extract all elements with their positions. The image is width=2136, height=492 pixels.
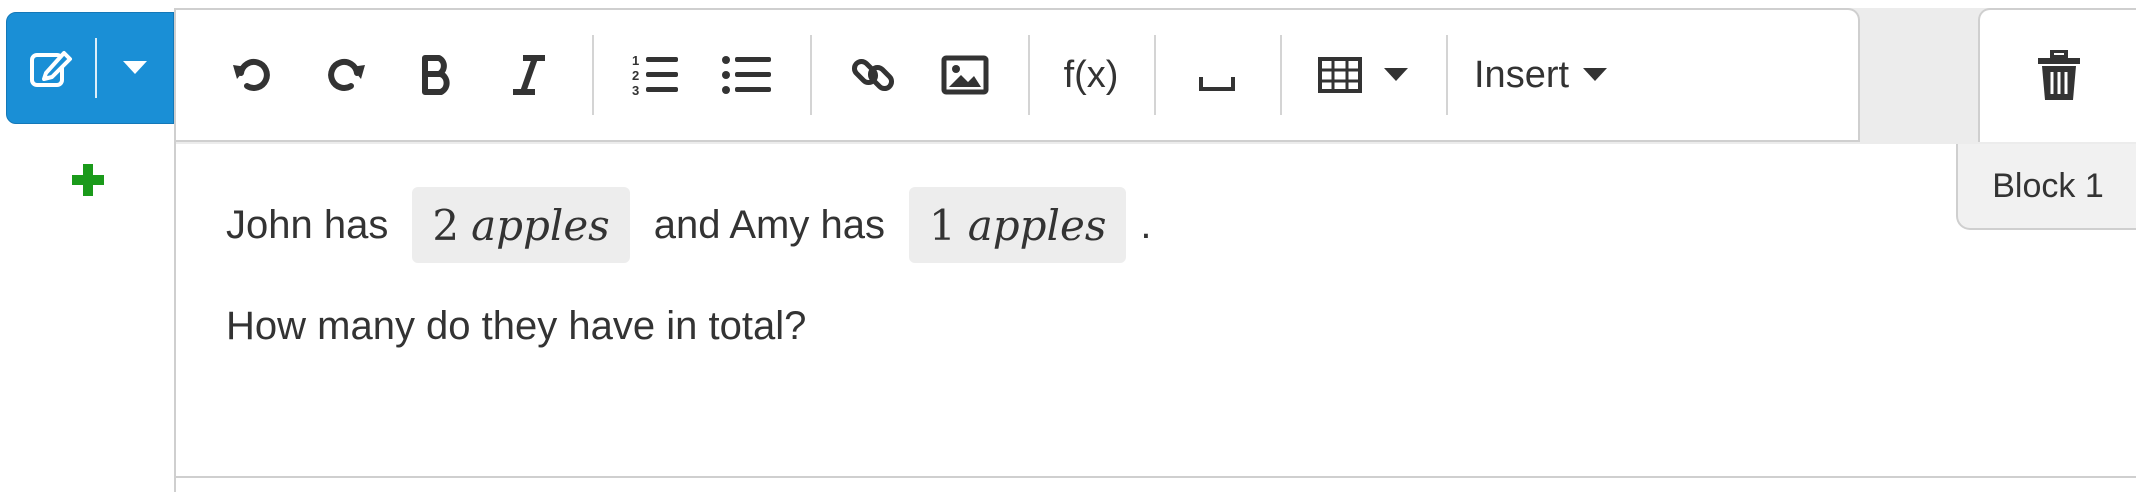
caret-down-icon (1384, 68, 1408, 81)
toolbar-separator (1446, 35, 1448, 115)
editor-bottom-border (176, 476, 2136, 478)
undo-button[interactable] (218, 40, 288, 110)
plus-icon (72, 164, 104, 196)
editor-content[interactable]: John has 2 apples and Amy has 1 apples .… (226, 184, 1826, 356)
redo-icon (328, 59, 365, 91)
italic-icon (513, 55, 545, 95)
pencil-square-icon (7, 45, 95, 91)
table-button[interactable] (1308, 40, 1418, 110)
edit-mode-button[interactable] (6, 12, 174, 124)
content-line: How many do they have in total? (226, 296, 1826, 356)
rich-text-editor: 1 2 3 f(x) Insert Block 1 John has 2 app… (174, 8, 2136, 492)
toolbar-separator (1154, 35, 1156, 115)
unordered-list-button[interactable] (712, 40, 782, 110)
formula-label: f(x) (1063, 53, 1119, 96)
text-span: . (1140, 202, 1152, 247)
blank-space-button[interactable] (1182, 40, 1252, 110)
toolbar-separator (592, 35, 594, 115)
caret-down-icon (1583, 68, 1608, 81)
math-variable: apples (967, 200, 1107, 250)
link-button[interactable] (838, 40, 908, 110)
math-variable: apples (471, 200, 610, 250)
svg-text:2: 2 (632, 68, 639, 83)
trash-icon (2038, 50, 2080, 100)
ordered-list-button[interactable]: 1 2 3 (620, 40, 690, 110)
undo-icon (233, 59, 270, 91)
bold-icon (422, 55, 450, 95)
text-span: and Amy has (653, 202, 885, 247)
svg-text:1: 1 (632, 53, 639, 68)
svg-text:3: 3 (632, 83, 639, 98)
question-text: How many do they have in total? (226, 303, 807, 348)
math-variable-chip[interactable]: 2 apples (412, 187, 630, 263)
math-number: 2 (432, 200, 460, 250)
caret-down-icon[interactable] (97, 61, 173, 75)
formatting-toolbar: 1 2 3 f(x) Insert (176, 8, 1860, 142)
image-icon (941, 55, 989, 95)
toolbar-separator (1280, 35, 1282, 115)
italic-button[interactable] (494, 40, 564, 110)
add-block-button[interactable] (66, 158, 110, 202)
toolbar-separator (1028, 35, 1030, 115)
button-divider (95, 38, 97, 98)
unordered-list-icon (722, 56, 771, 94)
block-label-tab[interactable]: Block 1 (1956, 144, 2136, 230)
insert-menu-button[interactable]: Insert (1474, 40, 1608, 110)
delete-block-button[interactable] (1978, 8, 2136, 142)
link-icon (851, 58, 895, 92)
math-number: 1 (928, 200, 956, 250)
blank-space-icon (1199, 77, 1235, 91)
redo-button[interactable] (310, 40, 380, 110)
text-span: John has (226, 202, 389, 247)
insert-label: Insert (1474, 53, 1570, 96)
content-line: John has 2 apples and Amy has 1 apples . (226, 184, 1826, 266)
block-label: Block 1 (1992, 166, 2104, 205)
table-icon (1318, 57, 1362, 93)
ordered-list-icon: 1 2 3 (632, 53, 678, 98)
bold-button[interactable] (402, 40, 472, 110)
formula-button[interactable]: f(x) (1056, 40, 1126, 110)
toolbar-separator (810, 35, 812, 115)
image-button[interactable] (930, 40, 1000, 110)
math-variable-chip[interactable]: 1 apples (908, 187, 1127, 263)
